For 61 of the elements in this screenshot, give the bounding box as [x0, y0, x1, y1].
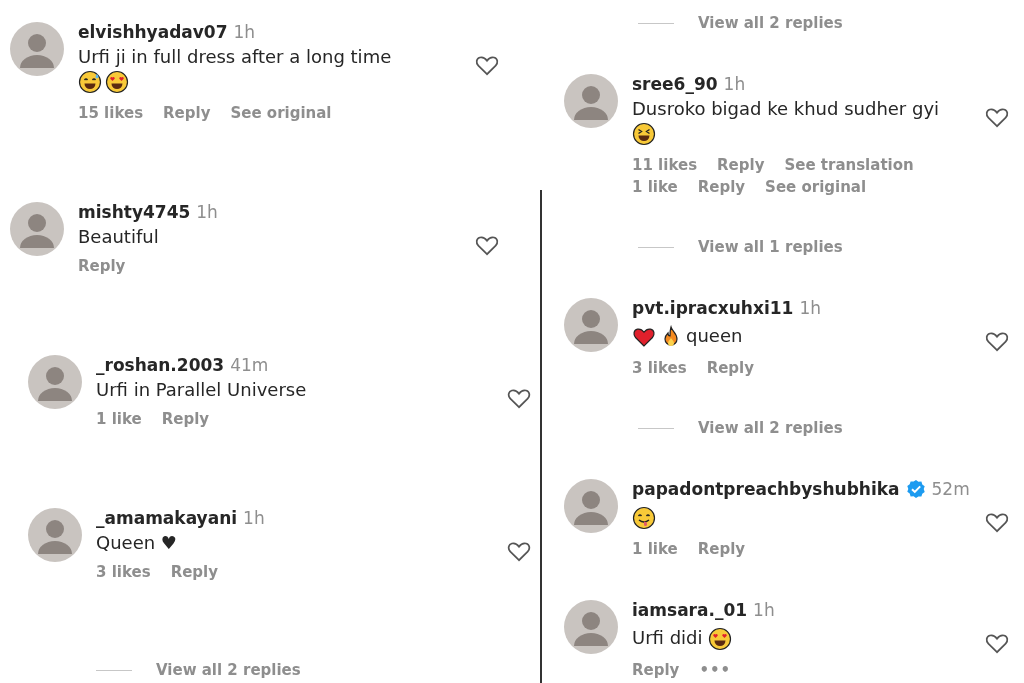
view-replies-link[interactable]: View all 2 replies [156, 661, 301, 679]
avatar-icon[interactable] [10, 202, 64, 256]
comment-text: Urfi in Parallel Universe [96, 379, 307, 400]
comment-time: 41m [230, 355, 269, 375]
avatar-icon[interactable] [10, 22, 64, 76]
comment-action-link[interactable]: Reply [161, 410, 210, 428]
comment-text: Queen ♥ [96, 532, 177, 553]
comment-action-link[interactable]: Reply [697, 178, 746, 196]
comment-time: 1h [723, 74, 746, 94]
smiling-tongue-emoji-icon [632, 506, 656, 530]
comment-action-link[interactable]: See translation [784, 156, 914, 174]
grinning-sweat-emoji-icon [78, 70, 102, 94]
comment-time: 1h [753, 600, 775, 620]
comment-text: queen [686, 325, 743, 346]
more-options-button[interactable]: ••• [699, 661, 732, 679]
username-link[interactable]: iamsara._01 [632, 600, 748, 620]
comment-text: Urfi ji in full dress after a long time [78, 46, 392, 67]
likes-count[interactable]: 1 like [632, 178, 678, 196]
username-link[interactable]: elvishhyadav07 [78, 22, 228, 42]
view-replies-link[interactable]: View all 2 replies [698, 419, 843, 437]
comment-action-link[interactable]: Reply [170, 563, 218, 581]
view-replies-link[interactable]: View all 2 replies [698, 14, 843, 32]
comment-action-link[interactable]: Reply [706, 359, 754, 377]
avatar-icon[interactable] [564, 600, 618, 654]
comment-action-link[interactable]: See original [765, 178, 867, 196]
comment-time: 1h [196, 202, 218, 222]
comment-time: 1h [233, 22, 256, 42]
comment-time: 1h [799, 298, 821, 318]
likes-count[interactable]: 1 like [96, 410, 142, 428]
avatar-icon[interactable] [28, 355, 82, 409]
username-link[interactable]: _amamakayani [96, 508, 238, 528]
comment-text: Beautiful [78, 226, 159, 247]
heart-eyes-emoji-icon [708, 627, 733, 651]
avatar-icon[interactable] [564, 298, 618, 352]
likes-count[interactable]: 3 likes [96, 563, 151, 581]
comment-time: 1h [243, 508, 265, 528]
likes-count[interactable]: 3 likes [632, 359, 687, 377]
comment-text: Dusroko bigad ke khud sudher gyi [632, 98, 940, 119]
comment-action-link[interactable]: Reply [78, 257, 126, 275]
view-replies-link[interactable]: View all 1 replies [698, 238, 843, 256]
comment-action-link[interactable]: Reply [697, 540, 746, 558]
avatar-icon[interactable] [28, 508, 82, 562]
comment-text: Urfi didi [632, 627, 704, 648]
username-link[interactable]: pvt.ipracxuhxi11 [632, 298, 794, 318]
likes-count[interactable]: 1 like [632, 540, 678, 558]
comment-action-link[interactable]: Reply [632, 661, 680, 679]
heart-eyes-emoji-icon [105, 70, 129, 94]
laughing-emoji-icon [632, 122, 656, 146]
heart-emoji-icon [632, 325, 656, 349]
username-link[interactable]: papadontpreachbyshubhika [632, 479, 900, 499]
username-link[interactable]: mishty4745 [78, 202, 191, 222]
username-link[interactable]: _roshan.2003 [96, 355, 225, 375]
avatar-icon[interactable] [564, 74, 618, 128]
comment-action-link[interactable]: Reply [717, 156, 765, 174]
likes-count[interactable]: 11 likes [632, 156, 698, 174]
likes-count[interactable]: 15 likes [78, 104, 144, 122]
username-link[interactable]: sree6_90 [632, 74, 718, 94]
comment-action-link[interactable]: See original [230, 104, 332, 122]
avatar-icon[interactable] [564, 479, 618, 533]
comment-time: 52m [931, 479, 970, 499]
comment-action-link[interactable]: Reply [163, 104, 211, 122]
